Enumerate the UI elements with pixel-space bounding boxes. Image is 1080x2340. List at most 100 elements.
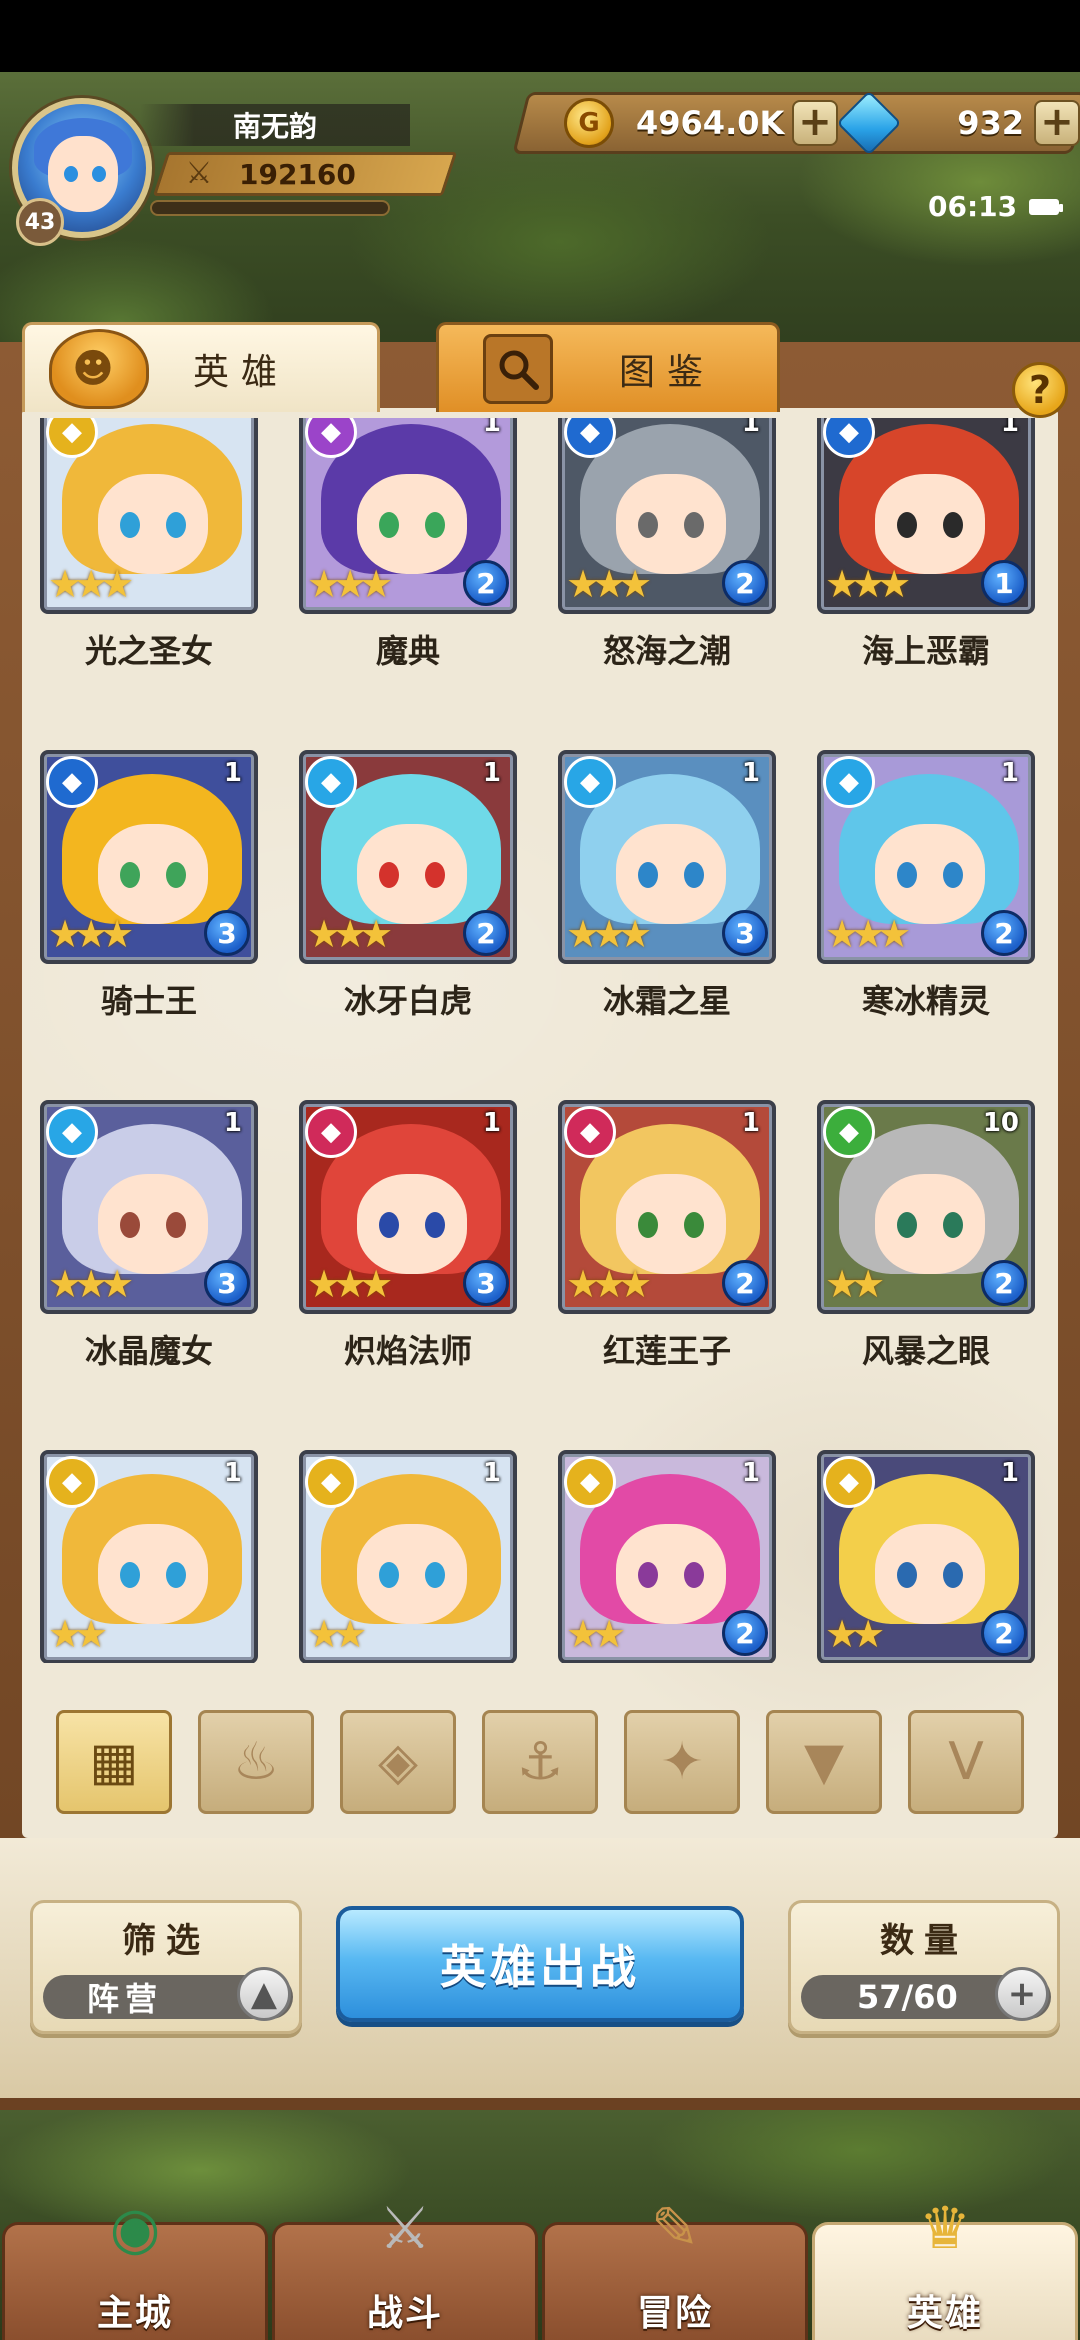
expand-capacity-button[interactable]: + (995, 1967, 1049, 2021)
hero-rank-badge: 1 (981, 560, 1027, 606)
player-name: 南无韵 (140, 104, 410, 146)
hero-card[interactable]: ◆ 1 ★★★ 2 怒海之潮 (558, 418, 776, 750)
hero-count: 10 (982, 1108, 1019, 1138)
nav-item-swords[interactable]: ⚔ 战斗 (272, 2194, 538, 2340)
map-scroll-icon: ✎ (650, 2194, 700, 2262)
hero-card[interactable]: ◆ 1 ★★ 2 (558, 1450, 776, 1663)
hero-count: 1 (223, 1458, 242, 1488)
hero-card[interactable]: ◆ 1 ★★ (40, 1450, 258, 1663)
portrait-eye (425, 512, 445, 538)
portrait-eye (638, 512, 658, 538)
crossed-swords-icon: ⚔ (185, 156, 213, 191)
hero-card[interactable]: ◆ 10 ★★ 2 风暴之眼 (817, 1100, 1035, 1450)
portrait-face (875, 1524, 985, 1624)
hero-portrait: ◆ 1 ★★ (40, 1450, 258, 1663)
castle-icon: ◉ (109, 2194, 161, 2262)
hero-card[interactable]: ◆ 1 ★★ (299, 1450, 517, 1663)
portrait-face (357, 1174, 467, 1274)
hero-rank-badge: 2 (722, 1260, 768, 1306)
avatar-face (48, 136, 118, 212)
hero-name: 寒冰精灵 (861, 982, 990, 1020)
help-button[interactable]: ? (1012, 362, 1068, 418)
hero-card[interactable]: ◆ 1 ★★ 2 (817, 1450, 1035, 1663)
portrait-eye (684, 1562, 704, 1588)
player-avatar[interactable]: 43 (8, 78, 158, 248)
portrait-face (875, 1174, 985, 1274)
tab-heroes[interactable]: ☻ 英雄 (22, 322, 380, 412)
hero-rank-badge: 2 (981, 1260, 1027, 1306)
anchor-faction-icon: ⚓ (516, 1732, 564, 1792)
tab-codex-label: 图鉴 (619, 351, 716, 393)
hero-card[interactable]: ◆ 1 ★★★ 3 冰晶魔女 (40, 1100, 258, 1450)
hero-name: 冰霜之星 (602, 982, 731, 1020)
filter-expand-button[interactable]: ▲ (237, 1967, 291, 2021)
battery-icon (1029, 198, 1064, 215)
star-rating: ★★ (566, 1612, 626, 1656)
combat-power-plate: ⚔ 192160 (152, 152, 458, 196)
filter-ice-faction[interactable]: ◈ (340, 1710, 456, 1814)
hero-portrait: ◆ 1 ★★ (299, 1450, 517, 1663)
hero-count-box: 数量 57/60 + (788, 1900, 1060, 2034)
nav-item-map-scroll[interactable]: ✎ 冒险 (542, 2194, 808, 2340)
nav-item-castle[interactable]: ◉ 主城 (2, 2194, 268, 2340)
hero-count: 1 (741, 1458, 760, 1488)
hero-rank-badge: 2 (463, 560, 509, 606)
hero-portrait: ◆ 1 ★★★ 2 (558, 418, 776, 614)
deploy-heroes-button[interactable]: 英雄出战 (336, 1906, 744, 2022)
hero-rank-badge: 2 (722, 1610, 768, 1656)
hero-card[interactable]: ◆ 1 ★★★ 3 冰霜之星 (558, 750, 776, 1100)
portrait-eye (120, 512, 140, 538)
filter-anchor-faction[interactable]: ⚓ (482, 1710, 598, 1814)
magnifier-icon (483, 333, 553, 404)
hero-card[interactable]: ◆ ★★★ 光之圣女 (40, 418, 258, 750)
hero-capacity-value: 57/60 (857, 1978, 958, 2016)
filter-fire-faction[interactable]: ♨ (198, 1710, 314, 1814)
hero-card[interactable]: ◆ 1 ★★★ 2 红莲王子 (558, 1100, 776, 1450)
hero-card[interactable]: ◆ 1 ★★★ 2 魔典 (299, 418, 517, 750)
portrait-face (875, 474, 985, 574)
hero-portrait: ◆ 1 ★★★ 3 (299, 1100, 517, 1314)
portrait-eye (425, 1562, 445, 1588)
hero-card[interactable]: ◆ 1 ★★★ 3 骑士王 (40, 750, 258, 1100)
star-rating: ★★★ (825, 562, 911, 606)
add-gold-button[interactable]: + (792, 100, 838, 146)
add-gems-button[interactable]: + (1034, 100, 1080, 146)
hero-name: 怒海之潮 (602, 632, 731, 670)
faction-icon: ◆ (823, 1106, 875, 1158)
count-label: 数量 (880, 1921, 968, 1961)
hero-card[interactable]: ◆ 1 ★★★ 1 海上恶霸 (817, 418, 1035, 750)
gold-amount: 4964.0K (636, 104, 785, 142)
star-rating: ★★★ (48, 562, 134, 606)
tab-codex[interactable]: 图鉴 (436, 322, 780, 412)
faction-icon: ◆ (823, 1456, 875, 1508)
nav-label: 英雄 (906, 2293, 983, 2334)
hero-portrait: ◆ 1 ★★★ 3 (558, 750, 776, 964)
star-rating: ★★★ (566, 562, 652, 606)
filter-grid[interactable]: ▦ (56, 1710, 172, 1814)
hero-count: 1 (223, 1108, 242, 1138)
portrait-eye (379, 1562, 399, 1588)
portrait-eye (638, 1562, 658, 1588)
portrait-eye (638, 862, 658, 888)
portrait-eye (897, 512, 917, 538)
filter-light-faction[interactable]: V (908, 1710, 1024, 1814)
nav-item-hero-crest[interactable]: ♛ 英雄 (812, 2194, 1078, 2340)
hero-crest-icon: ♛ (919, 2194, 971, 2262)
faction-icon: ◆ (305, 1456, 357, 1508)
portrait-eye (379, 862, 399, 888)
portrait-face (357, 824, 467, 924)
hero-card[interactable]: ◆ 1 ★★★ 3 炽焰法师 (299, 1100, 517, 1450)
hero-count: 1 (741, 1108, 760, 1138)
portrait-eye (166, 1562, 186, 1588)
filter-beast-faction[interactable]: ✦ (624, 1710, 740, 1814)
filter-dark-faction[interactable]: ▼ (766, 1710, 882, 1814)
hero-portrait: ◆ 1 ★★★ 1 (817, 418, 1035, 614)
star-rating: ★★ (307, 1612, 367, 1656)
hero-card[interactable]: ◆ 1 ★★★ 2 冰牙白虎 (299, 750, 517, 1100)
hero-card[interactable]: ◆ 1 ★★★ 2 寒冰精灵 (817, 750, 1035, 1100)
faction-filter-bar: ▦ ♨ ◈ ⚓ ✦ ▼ V (56, 1710, 1024, 1814)
star-rating: ★★★ (307, 562, 393, 606)
portrait-eye (684, 862, 704, 888)
portrait-eye (120, 1562, 140, 1588)
hero-count: 1 (482, 418, 501, 438)
